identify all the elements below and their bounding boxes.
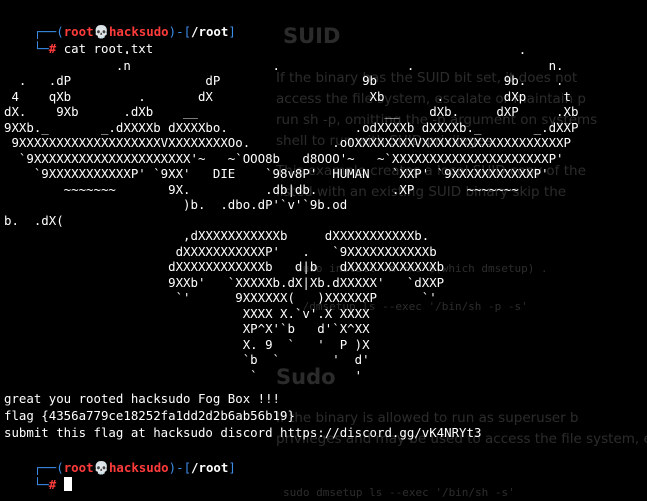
ascii-art-line: 9XXb._ _.dXXXXb dXXXXbo. .odXXXXb dXXXXb… (4, 119, 579, 135)
ascii-art-line: 9XXXXXXXXXXXXXXXXXXXVXXXXXXXXOo. .oOXXXX… (4, 135, 571, 150)
prompt-separator: )-[ (168, 460, 192, 475)
terminal-window[interactable]: ┌──(root💀hacksudo)-[/root] └─# cat root.… (0, 0, 647, 501)
prompt-line-top: ┌──(root💀hacksudo)-[/root] (4, 442, 236, 475)
ascii-art-line: 9XXb' `XXXXXb.dX|Xb.dXXXXX' `dXXP (4, 274, 445, 290)
ascii-art-line: . .dP dP 9b 9b. . (4, 73, 564, 88)
prompt-path: /root (191, 460, 229, 475)
input-line[interactable]: └─# (4, 459, 72, 492)
flag-line: flag {4356a779ce18252fa1dd2d2b6ab56b19} (4, 408, 295, 423)
prompt-separator: )-[ (168, 24, 192, 39)
ascii-art-line: . . (4, 42, 527, 57)
prompt-host: hacksudo (108, 460, 169, 475)
command-line: └─# cat root.txt (4, 23, 153, 56)
prompt-end: ] (228, 24, 236, 39)
ascii-art-line: XXXX X.`v'.X XXXX (4, 305, 370, 321)
ascii-art-line: `' 9XXXXXX( )XXXXXXP `' (4, 290, 437, 305)
ascii-art-line: `b ` ' d' (4, 352, 370, 367)
output-line: submit this flag at hacksudo discord htt… (4, 425, 482, 440)
ascii-art-line: ,dXXXXXXXXXXXb dXXXXXXXXXXXb. (4, 228, 430, 243)
text-cursor[interactable] (63, 477, 72, 491)
ascii-art-line: ` ' (4, 367, 363, 383)
ascii-art-line: dXXXXXXXXXXXXb d|b dXXXXXXXXXXXXb (4, 259, 445, 274)
ascii-art-line: XP^X'`b d'`X^XX (4, 321, 370, 336)
skull-icon: 💀 (93, 460, 109, 475)
ascii-art-line: dXXXXXXXXXXXP' . `9XXXXXXXXXXXb (4, 243, 437, 259)
prompt-end: ] (228, 460, 236, 475)
prompt-corner-bottom: └─ (33, 477, 49, 492)
ascii-art-line: ~~~~~~~ 9X. .db|db. .XP ~~~~~~~ (4, 181, 519, 197)
prompt-line-top: ┌──(root💀hacksudo)-[/root] (4, 6, 236, 39)
ascii-art-line: 4 qXb . dX Xb . dXp t (4, 88, 571, 104)
ascii-art-line: )b. .dbo.dP'`v'`9b.od (4, 197, 348, 212)
output-line: great you rooted hacksudo Fog Box !!! (4, 391, 281, 406)
ascii-art-line: dX. 9Xb .dXb __ __ dXb. dXP .Xb (4, 104, 579, 119)
prompt-hash: # (48, 477, 64, 492)
prompt-path: /root (191, 24, 229, 39)
ascii-art-line: X. 9 ` ' P )X (4, 336, 370, 352)
ascii-art-line: .n . . n. (4, 57, 564, 73)
ascii-art-line: b. .dX( (4, 212, 64, 228)
ascii-art-line: `9XXXXXXXXXXXP' `9XX' DIE `98v8P' HUMAN … (4, 166, 549, 181)
ascii-art-line: `9XXXXXXXXXXXXXXXXXXXXX'~ ~`OOO8b d8OOO'… (4, 150, 564, 166)
